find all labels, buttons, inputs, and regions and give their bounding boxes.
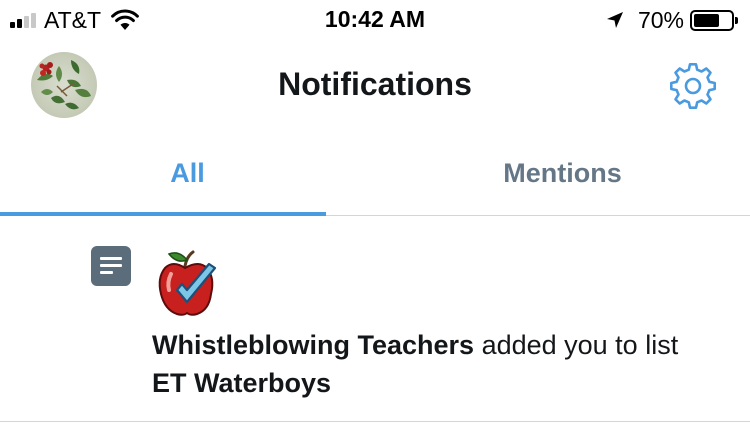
page-title: Notifications <box>278 66 472 102</box>
battery-icon <box>690 9 738 31</box>
tab-all[interactable]: All <box>0 130 375 215</box>
battery-percentage: 70% <box>637 6 684 33</box>
tab-mentions[interactable]: Mentions <box>375 130 750 215</box>
status-right: 70% <box>606 6 738 33</box>
notification-tabs: All Mentions <box>0 130 750 216</box>
list-icon <box>91 246 131 286</box>
notification-list-name[interactable]: ET Waterboys <box>152 368 331 398</box>
gear-icon[interactable] <box>669 62 717 110</box>
battery-level-fill <box>694 13 720 27</box>
location-arrow-icon <box>606 12 623 28</box>
divider <box>0 421 750 422</box>
notifications-screen: AT&T 10:42 AM 70% Notifications All Ment… <box>0 0 750 430</box>
apple-check-icon[interactable] <box>155 244 219 324</box>
notification-item[interactable]: Whistleblowing Teachers added you to lis… <box>0 216 750 430</box>
notification-actor[interactable]: Whistleblowing Teachers <box>152 330 474 360</box>
notification-text: Whistleblowing Teachers added you to lis… <box>152 326 712 402</box>
status-bar: AT&T 10:42 AM 70% <box>0 0 750 40</box>
notification-action: added you to list <box>474 330 679 360</box>
app-header: Notifications <box>0 40 750 130</box>
